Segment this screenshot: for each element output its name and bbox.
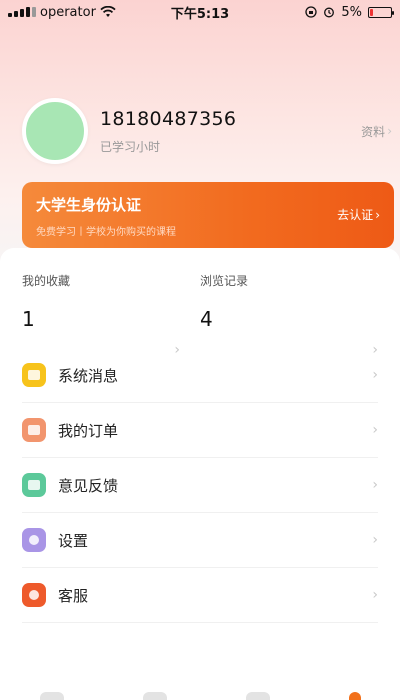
- battery-icon: [368, 6, 394, 18]
- status-right: 5%: [305, 4, 394, 20]
- orientation-lock-icon: [305, 6, 318, 18]
- menu-item-settings[interactable]: 设置 ›: [22, 513, 378, 568]
- stat-label: 我的收藏: [22, 274, 71, 288]
- wifi-icon: [100, 6, 116, 17]
- message-icon: [22, 363, 46, 387]
- menu-item-feedback[interactable]: 意见反馈 ›: [22, 458, 378, 513]
- chevron-right-icon: ›: [372, 587, 378, 603]
- student-verification-banner[interactable]: 大学生身份认证 免费学习丨学校为你购买的课程 去认证 ›: [22, 182, 394, 248]
- menu-item-customer-service[interactable]: 客服 ›: [22, 568, 378, 623]
- status-bar: operator 下午5:13 5%: [0, 0, 400, 24]
- order-icon: [22, 418, 46, 442]
- tab-home-icon[interactable]: [39, 692, 64, 700]
- chevron-right-icon: ›: [372, 477, 378, 493]
- menu-item-my-orders[interactable]: 我的订单 ›: [22, 403, 378, 458]
- menu-item-system-messages[interactable]: 系统消息 ›: [22, 348, 378, 403]
- study-hours: 已学习小时: [100, 139, 161, 154]
- content-card: 我的收藏 1 › 浏览记录 4 › 系统消息 › 我的订单 › 意见反馈 › 设…: [0, 248, 400, 700]
- stat-value: 4: [200, 307, 213, 331]
- avatar[interactable]: [22, 98, 88, 164]
- tab-courses-icon[interactable]: [142, 692, 167, 700]
- carrier-name: operator: [40, 4, 96, 20]
- profile-header[interactable]: 18180487356 已学习小时 资料 ›: [22, 98, 392, 164]
- stats-row: 我的收藏 1 › 浏览记录 4 ›: [0, 248, 400, 358]
- menu-list: 系统消息 › 我的订单 › 意见反馈 › 设置 › 客服 ›: [22, 348, 378, 623]
- profile-link[interactable]: 资料 ›: [361, 123, 392, 140]
- stat-history[interactable]: 浏览记录 4 ›: [200, 272, 378, 358]
- customer-service-icon: [22, 583, 46, 607]
- chevron-right-icon: ›: [372, 532, 378, 548]
- profile-info: 18180487356 已学习小时: [100, 108, 361, 155]
- battery-percent: 5%: [341, 4, 362, 20]
- menu-item-label: 意见反馈: [58, 476, 119, 495]
- menu-item-label: 系统消息: [58, 366, 119, 385]
- banner-subtitle: 免费学习丨学校为你购买的课程: [36, 227, 176, 238]
- tab-study-icon[interactable]: [245, 692, 270, 700]
- chevron-right-icon: ›: [387, 124, 392, 138]
- chevron-right-icon: ›: [375, 207, 380, 222]
- bottom-tab-bar: [0, 690, 400, 700]
- stat-favorites[interactable]: 我的收藏 1 ›: [22, 272, 200, 358]
- menu-item-label: 我的订单: [58, 421, 119, 440]
- verify-button-label: 去认证: [337, 208, 374, 222]
- tab-me-icon[interactable]: [348, 692, 361, 700]
- verify-button[interactable]: 去认证 ›: [337, 206, 380, 223]
- chevron-right-icon: ›: [372, 367, 378, 383]
- settings-icon: [22, 528, 46, 552]
- status-left: operator: [8, 5, 116, 20]
- chevron-right-icon: ›: [372, 422, 378, 438]
- alarm-icon: [324, 7, 335, 18]
- profile-link-label: 资料: [361, 124, 386, 139]
- feedback-icon: [22, 473, 46, 497]
- stat-label: 浏览记录: [200, 274, 249, 288]
- banner-title: 大学生身份认证: [36, 196, 142, 214]
- menu-item-label: 客服: [58, 586, 89, 605]
- signal-icon: [8, 7, 36, 17]
- profile-phone: 18180487356: [100, 107, 237, 130]
- stat-value: 1: [22, 307, 35, 331]
- menu-item-label: 设置: [58, 531, 89, 550]
